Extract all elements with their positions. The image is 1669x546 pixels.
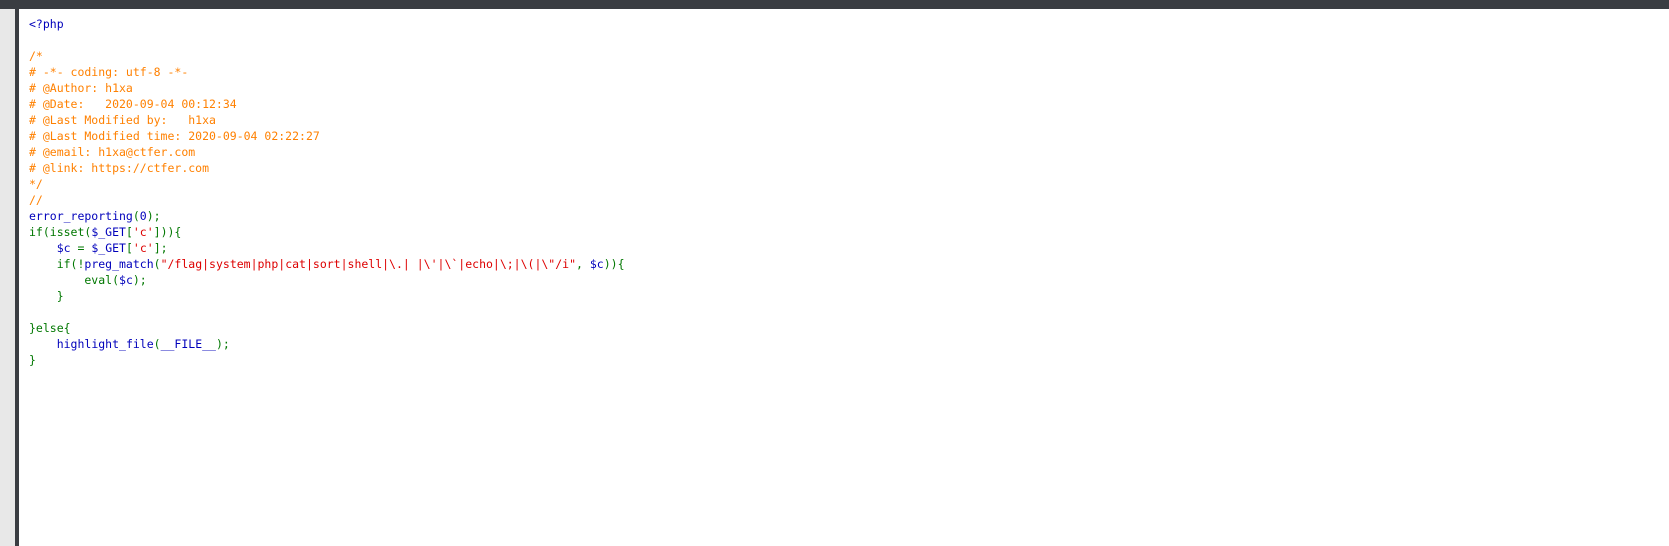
code-line: if(isset($_GET['c'])){ <box>29 224 625 240</box>
code-line: eval($c); <box>29 272 625 288</box>
code-token: $_GET <box>91 225 126 239</box>
code-token: )){ <box>603 257 625 271</box>
code-token: if(isset( <box>29 225 92 239</box>
code-token: $_GET <box>91 241 126 255</box>
code-token: ]; <box>153 241 168 255</box>
code-token: ); <box>132 273 147 287</box>
code-token: if(! <box>29 257 85 271</box>
code-token: preg_match <box>84 257 154 271</box>
code-token: , <box>576 257 590 271</box>
code-token: # @Author: h1xa <box>29 81 133 95</box>
browser-toolbar-strip <box>0 0 1669 9</box>
code-token: $c <box>56 241 78 255</box>
code-line: if(!preg_match("/flag|system|php|cat|sor… <box>29 256 625 272</box>
code-token: # @email: h1xa@ctfer.com <box>29 145 196 159</box>
code-line: */ <box>29 176 625 192</box>
code-token: 'c' <box>132 241 154 255</box>
code-line: # @Date: 2020-09-04 00:12:34 <box>29 96 625 112</box>
code-token: ( <box>153 257 161 271</box>
code-line: /* <box>29 48 625 64</box>
code-token: # -*- coding: utf-8 -*- <box>29 65 189 79</box>
code-line: }else{ <box>29 320 625 336</box>
code-token: highlight_file <box>56 337 154 351</box>
code-token: # @Date: 2020-09-04 00:12:34 <box>29 97 237 111</box>
code-token: ( <box>153 337 161 351</box>
php-source-code: <?php /* # -*- coding: utf-8 -*- # @Author:… <box>29 16 625 368</box>
code-line: # -*- coding: utf-8 -*- <box>29 64 625 80</box>
code-token: # @Last Modified time: 2020-09-04 02:22:… <box>29 129 320 143</box>
code-token: eval( <box>29 273 120 287</box>
code-token: [ <box>125 241 133 255</box>
code-token: __FILE__ <box>160 337 216 351</box>
code-token: "/flag|system|php|cat|sort|shell|\.| |\'… <box>160 257 576 271</box>
code-token: ); <box>215 337 230 351</box>
code-token: <?php <box>29 17 64 31</box>
code-line: // <box>29 192 625 208</box>
code-token: # @link: https://ctfer.com <box>29 161 210 175</box>
code-line: # @Last Modified by: h1xa <box>29 112 625 128</box>
code-token: 0 <box>139 209 147 223</box>
code-token: = <box>77 241 92 255</box>
code-line: # @email: h1xa@ctfer.com <box>29 144 625 160</box>
page-content-frame: <?php /* # -*- coding: utf-8 -*- # @Author:… <box>15 9 1669 546</box>
code-token: [ <box>125 225 133 239</box>
code-token: ( <box>132 209 140 223</box>
code-token: $c <box>119 273 133 287</box>
code-line: } <box>29 352 625 368</box>
code-token: } <box>29 289 64 303</box>
code-line: # @link: https://ctfer.com <box>29 160 625 176</box>
code-line: $c = $_GET['c']; <box>29 240 625 256</box>
code-token: } <box>29 353 36 367</box>
code-token: // <box>29 193 43 207</box>
code-token: 'c' <box>132 225 154 239</box>
code-token: error_reporting <box>29 209 133 223</box>
code-line: error_reporting(0); <box>29 208 625 224</box>
code-token: $c <box>589 257 604 271</box>
code-token: }else{ <box>29 321 71 335</box>
code-token: /* <box>29 49 43 63</box>
code-token: # @Last Modified by: h1xa <box>29 113 216 127</box>
code-line: } <box>29 288 625 304</box>
code-line: # @Author: h1xa <box>29 80 625 96</box>
code-line: # @Last Modified time: 2020-09-04 02:22:… <box>29 128 625 144</box>
code-token: ])){ <box>153 225 182 239</box>
code-token: ); <box>146 209 161 223</box>
code-line: highlight_file(__FILE__); <box>29 336 625 352</box>
code-token: */ <box>29 177 43 191</box>
code-line: <?php <box>29 16 625 32</box>
